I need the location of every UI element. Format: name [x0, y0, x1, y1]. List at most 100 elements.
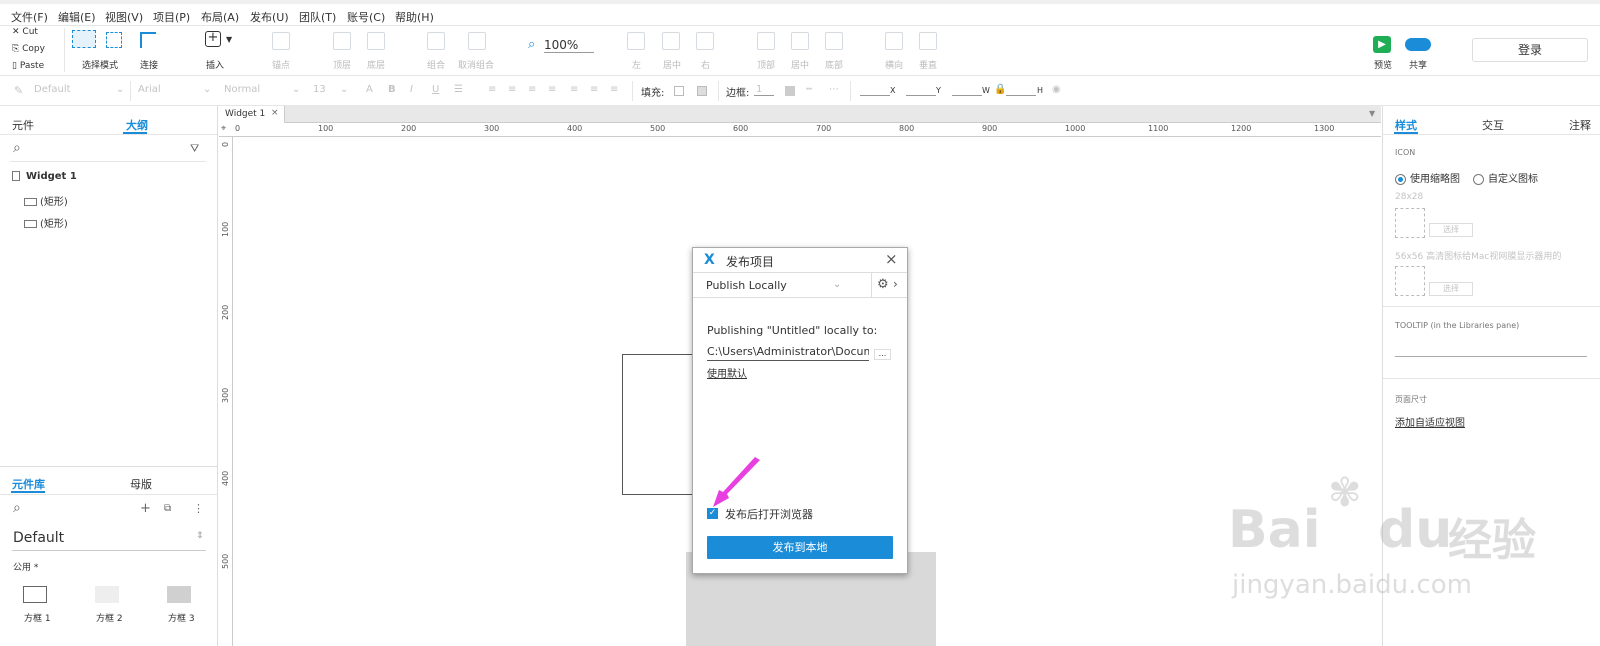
size-select[interactable]: 13: [313, 84, 326, 95]
tree-item[interactable]: (矩形): [24, 215, 68, 230]
connect-icon[interactable]: [140, 32, 156, 48]
align-top-icon[interactable]: [757, 32, 775, 50]
cloud-icon[interactable]: [1405, 38, 1431, 51]
lock-icon[interactable]: 🔒: [994, 84, 1006, 95]
align-left-icon[interactable]: [627, 32, 645, 50]
eye-icon[interactable]: ◉: [1052, 84, 1061, 95]
font-select[interactable]: Arial: [138, 84, 161, 95]
close-icon[interactable]: ×: [271, 108, 279, 118]
box2-thumbnail[interactable]: [95, 586, 119, 603]
align-bottom-icon[interactable]: [825, 32, 843, 50]
insert-icon[interactable]: +: [205, 31, 221, 47]
cut-button[interactable]: ✕ Cut: [12, 27, 38, 37]
align-text-left-icon[interactable]: ≡: [488, 84, 496, 95]
library-select[interactable]: Default: [13, 530, 64, 546]
tree-root[interactable]: Widget 1: [12, 171, 77, 182]
valign-bottom-icon[interactable]: ≡: [610, 84, 618, 95]
publish-mode-select[interactable]: Publish Locally: [706, 279, 787, 292]
style-select[interactable]: Default: [34, 84, 71, 95]
tab-widgets[interactable]: 元件: [12, 117, 34, 133]
bring-front-icon[interactable]: [333, 32, 351, 50]
zoom-select[interactable]: 100%: [544, 38, 595, 53]
fill-image-swatch[interactable]: [697, 86, 707, 96]
chevron-right-icon[interactable]: ›: [893, 277, 898, 291]
italic-icon[interactable]: I: [410, 84, 413, 95]
browse-button[interactable]: ...: [874, 349, 891, 360]
weight-select[interactable]: Normal: [224, 84, 260, 95]
align-text-center-icon[interactable]: ≡: [508, 84, 516, 95]
menu-account[interactable]: 账号(C): [347, 9, 385, 25]
menu-layout[interactable]: 布局(A): [201, 9, 239, 25]
search-icon[interactable]: ⌕: [13, 500, 21, 516]
fill-color-swatch[interactable]: [674, 86, 684, 96]
publish-local-button[interactable]: 发布到本地: [707, 536, 893, 559]
copy-button[interactable]: ⎘ Copy: [12, 44, 45, 54]
chevron-down-icon[interactable]: ▼: [1369, 109, 1375, 118]
box3-thumbnail[interactable]: [167, 586, 191, 603]
more-icon[interactable]: ⋮: [193, 502, 204, 515]
x-input[interactable]: [860, 95, 890, 96]
gear-icon[interactable]: ⚙: [877, 277, 889, 292]
align-text-right-icon[interactable]: ≡: [528, 84, 536, 95]
tree-item[interactable]: (矩形): [24, 193, 68, 208]
choose-large-button[interactable]: 选择: [1429, 282, 1473, 296]
search-icon[interactable]: ⌕: [13, 140, 21, 156]
font-color-icon[interactable]: A: [366, 84, 373, 95]
menu-publish[interactable]: 发布(U): [250, 9, 289, 25]
tooltip-input[interactable]: [1395, 356, 1587, 357]
use-default-link[interactable]: 使用默认: [707, 365, 747, 380]
align-center-icon[interactable]: [662, 32, 680, 50]
tab-library[interactable]: 元件库: [12, 476, 45, 492]
select-mode-icon[interactable]: [72, 30, 96, 48]
w-input[interactable]: [952, 95, 982, 96]
y-input[interactable]: [906, 95, 936, 96]
menu-team[interactable]: 团队(T): [299, 9, 336, 25]
h-input[interactable]: [1006, 95, 1036, 96]
ungroup-icon[interactable]: [468, 32, 486, 50]
menu-view[interactable]: 视图(V): [105, 9, 143, 25]
menu-file[interactable]: 文件(F): [11, 9, 48, 25]
choose-small-button[interactable]: 选择: [1429, 223, 1473, 237]
library-menu-icon[interactable]: ⧉: [164, 503, 171, 514]
tab-interactions[interactable]: 交互: [1482, 117, 1504, 133]
points-icon[interactable]: [272, 32, 290, 50]
path-input[interactable]: C:\Users\Administrator\Docume: [707, 343, 869, 361]
align-right-icon[interactable]: [696, 32, 714, 50]
tab-outline[interactable]: 大纲: [126, 117, 148, 133]
justify-icon[interactable]: ≡: [548, 84, 556, 95]
underline-icon[interactable]: U: [432, 84, 439, 95]
menu-help[interactable]: 帮助(H): [395, 9, 434, 25]
preview-icon[interactable]: ▶: [1373, 36, 1391, 53]
border-style-icon[interactable]: ┅: [806, 84, 812, 95]
align-middle-icon[interactable]: [791, 32, 809, 50]
tab-style[interactable]: 样式: [1395, 117, 1417, 133]
tab-widget1[interactable]: Widget 1 ×: [219, 106, 285, 123]
chevron-down-icon[interactable]: ▼: [226, 35, 232, 44]
small-icon-dropzone[interactable]: [1395, 208, 1425, 238]
radio-custom-icon[interactable]: 自定义图标: [1473, 170, 1538, 185]
close-icon[interactable]: ×: [885, 250, 898, 268]
valign-top-icon[interactable]: ≡: [570, 84, 578, 95]
add-adaptive-view-link[interactable]: 添加自适应视图: [1395, 414, 1465, 429]
valign-middle-icon[interactable]: ≡: [590, 84, 598, 95]
send-back-icon[interactable]: [367, 32, 385, 50]
box1-thumbnail[interactable]: [23, 586, 47, 603]
select-contained-icon[interactable]: [106, 32, 122, 48]
menu-project[interactable]: 项目(P): [153, 9, 190, 25]
list-icon[interactable]: ☰: [454, 84, 463, 95]
distribute-v-icon[interactable]: [919, 32, 937, 50]
border-width-input[interactable]: 1: [756, 84, 762, 95]
distribute-h-icon[interactable]: [885, 32, 903, 50]
border-visibility-icon[interactable]: ⋯: [829, 84, 839, 95]
bold-icon[interactable]: B: [388, 84, 396, 95]
tab-notes[interactable]: 注释: [1569, 117, 1591, 133]
tab-masters[interactable]: 母版: [130, 476, 152, 492]
radio-thumbnail[interactable]: 使用缩略图: [1395, 170, 1460, 185]
menu-edit[interactable]: 编辑(E): [58, 9, 96, 25]
filter-icon[interactable]: ⛛: [190, 142, 199, 156]
large-icon-dropzone[interactable]: [1395, 266, 1425, 296]
border-color-swatch[interactable]: [785, 86, 795, 96]
paste-button[interactable]: ▯ Paste: [12, 61, 44, 71]
add-icon[interactable]: +: [140, 501, 151, 516]
group-icon[interactable]: [427, 32, 445, 50]
